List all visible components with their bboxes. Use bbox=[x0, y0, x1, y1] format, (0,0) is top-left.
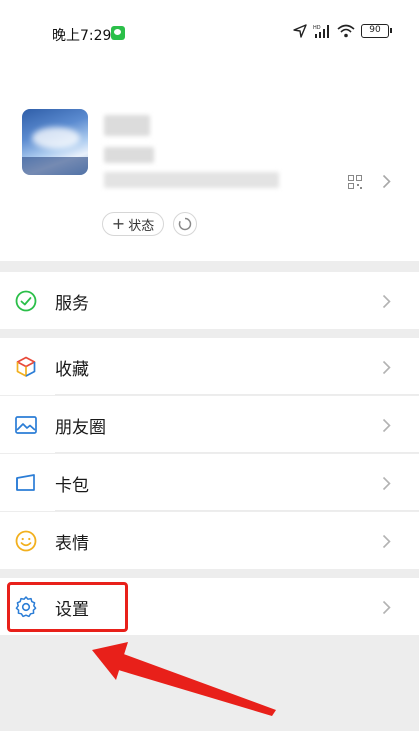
annotation-arrow bbox=[92, 642, 276, 716]
